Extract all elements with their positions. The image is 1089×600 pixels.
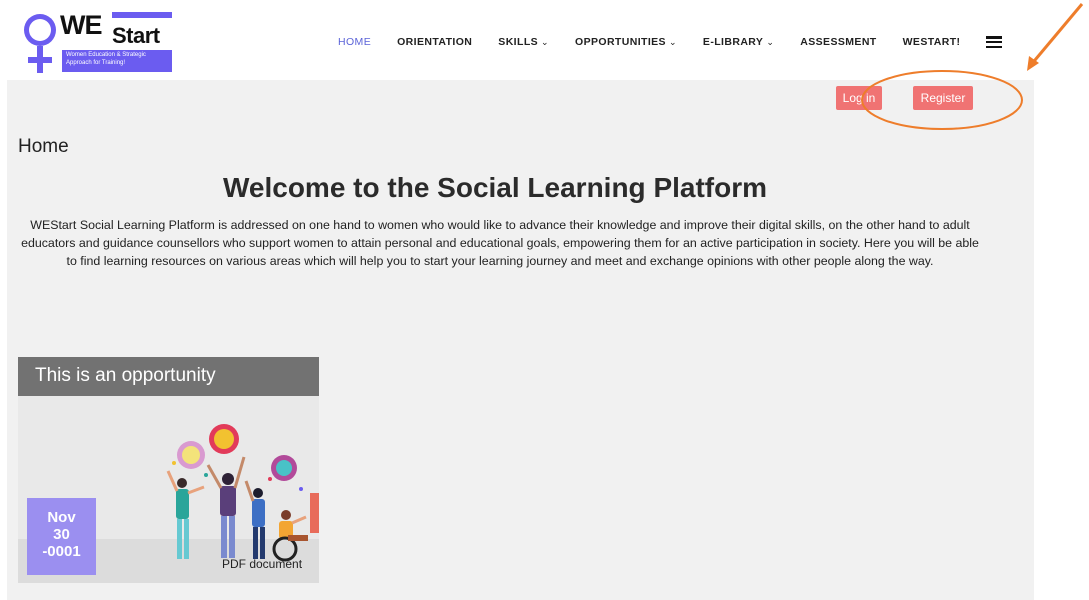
chevron-down-icon: ⌄ xyxy=(668,37,677,47)
main-nav: HOME ORIENTATION SKILLS ⌄ OPPORTUNITIES ⌄ … xyxy=(338,36,1003,48)
logo-we: WE xyxy=(60,10,102,40)
date-year: -0001 xyxy=(42,543,81,560)
nav-orientation-label: ORIENTATION xyxy=(397,36,473,48)
date-month: Nov xyxy=(47,509,76,526)
date-badge: Nov 30 -0001 xyxy=(27,498,96,575)
card-title[interactable]: This is an opportunity xyxy=(18,357,319,396)
page-title: Welcome to the Social Learning Platform xyxy=(222,172,768,203)
opportunity-card[interactable]: This is an opportunity Nov 30 -0001 PDF … xyxy=(18,357,319,583)
nav-westart[interactable]: WESTART! xyxy=(903,36,961,48)
breadcrumb[interactable]: Home xyxy=(18,136,69,158)
logo-tagline: Women Education & Strategic Approach for… xyxy=(62,50,172,72)
nav-assessment[interactable]: ASSESSMENT xyxy=(800,36,876,48)
logo-start: Start xyxy=(112,23,160,48)
nav-skills-label: SKILLS xyxy=(498,36,539,48)
nav-e-library[interactable]: E-LIBRARY ⌄ xyxy=(703,36,774,48)
chevron-down-icon: ⌄ xyxy=(766,37,775,47)
nav-orientation[interactable]: ORIENTATION xyxy=(397,36,472,48)
nav-westart-label: WESTART! xyxy=(902,36,961,48)
date-day: 30 xyxy=(53,526,70,543)
chevron-down-icon: ⌄ xyxy=(541,37,549,47)
celebrating-people-illustration xyxy=(166,424,319,562)
site-header: WE Start Women Education & Strategic App… xyxy=(0,0,1034,80)
nav-opportunities[interactable]: OPPORTUNITIES ⌄ xyxy=(575,36,677,48)
pointer-arrow-line xyxy=(1028,3,1084,67)
intro-text: WEStart Social Learning Platform is addr… xyxy=(21,218,979,268)
login-button[interactable]: Log in xyxy=(836,86,882,110)
nav-home-label: HOME xyxy=(338,36,372,48)
female-symbol-icon xyxy=(24,14,56,73)
nav-assessment-label: ASSESSMENT xyxy=(800,36,877,48)
register-button[interactable]: Register xyxy=(913,86,973,110)
logo-accent-bar xyxy=(112,12,172,18)
pdf-document-label[interactable]: PDF document xyxy=(222,557,302,571)
westart-logo[interactable]: WE Start Women Education & Strategic App… xyxy=(18,10,174,73)
hamburger-icon[interactable] xyxy=(986,36,1003,48)
nav-opportunities-label: OPPORTUNITIES xyxy=(575,36,666,48)
nav-skills[interactable]: SKILLS ⌄ xyxy=(498,36,549,48)
nav-home[interactable]: HOME xyxy=(338,36,371,48)
nav-e-library-label: E-LIBRARY xyxy=(702,36,764,48)
